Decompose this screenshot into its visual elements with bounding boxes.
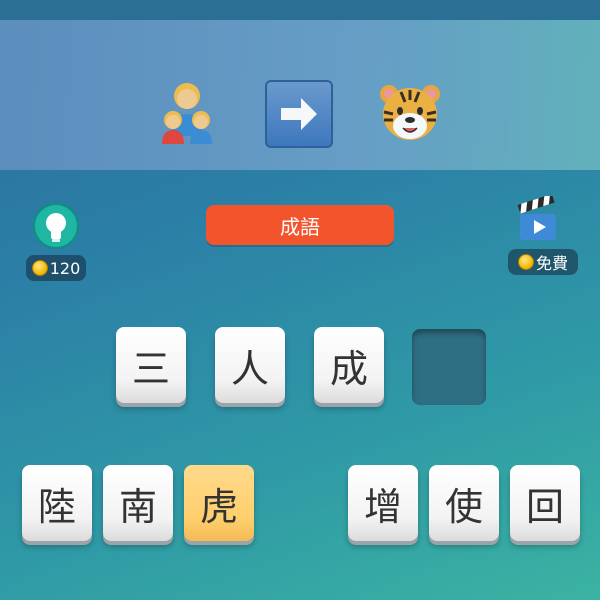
letter-tile-selected[interactable]: 虎 (184, 465, 254, 541)
empty-answer-slot[interactable] (412, 329, 486, 405)
free-label: 免費 (535, 254, 568, 273)
coin-count: 120 (49, 258, 81, 278)
free-badge[interactable]: 免費 (508, 249, 578, 275)
clapperboard-icon[interactable] (514, 196, 562, 244)
coin-balance: 120 (26, 255, 86, 281)
top-strip (0, 0, 600, 20)
coin-icon (517, 254, 534, 270)
answer-tile[interactable]: 成 (314, 327, 384, 403)
letter-tile[interactable]: 陸 (22, 465, 92, 541)
letter-tile[interactable]: 使 (429, 465, 499, 541)
letter-tile[interactable]: 增 (348, 465, 418, 541)
tiger-face-icon (380, 85, 440, 140)
category-label: 成語 (206, 205, 394, 245)
right-arrow-icon (265, 80, 333, 148)
answer-tile[interactable]: 人 (215, 327, 285, 403)
letter-tile[interactable]: 南 (103, 465, 173, 541)
category-text: 成語 (280, 214, 320, 239)
lightbulb-icon[interactable] (32, 202, 80, 250)
letter-tile[interactable]: 回 (510, 465, 580, 541)
coin-icon (31, 260, 48, 276)
family-icon (162, 83, 212, 144)
answer-tile[interactable]: 三 (116, 327, 186, 403)
clue-panel (0, 20, 600, 170)
